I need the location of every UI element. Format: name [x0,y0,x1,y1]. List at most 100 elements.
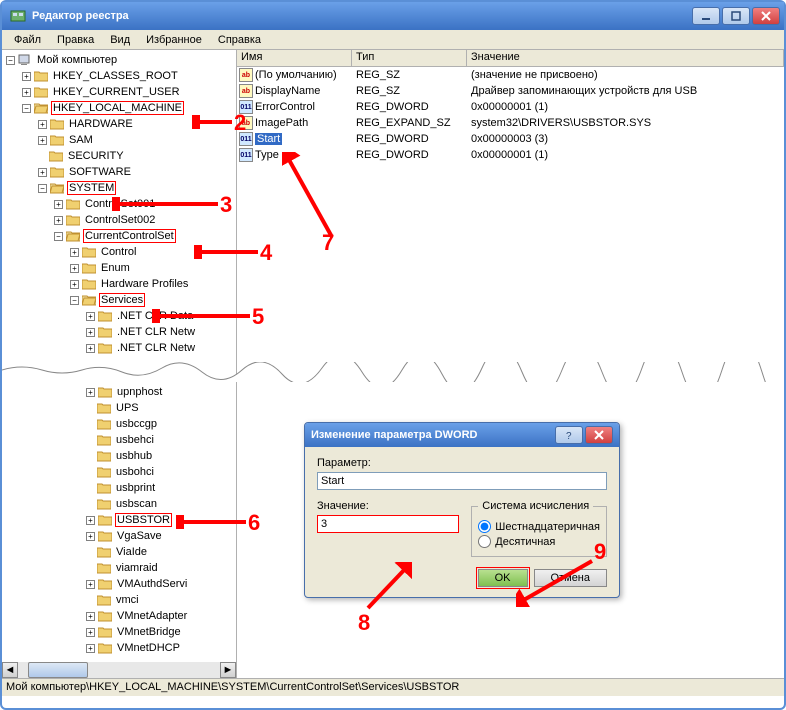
expand-icon[interactable]: − [22,104,31,113]
radio-hex[interactable]: Шестнадцатеричная [478,520,600,533]
expand-icon[interactable]: − [70,296,79,305]
menu-view[interactable]: Вид [102,32,138,48]
tree-hkcu[interactable]: +HKEY_CURRENT_USER [4,84,236,100]
col-type[interactable]: Тип [352,50,467,66]
tree-item[interactable]: +.NET CLR Netw [4,324,236,340]
tree-item[interactable]: usbhub [4,448,236,464]
list-row[interactable]: ab(По умолчанию)REG_SZ(значение не присв… [237,67,784,83]
value-label: Значение: [317,500,459,512]
tree-item[interactable]: vmci [4,592,236,608]
expand-icon[interactable]: + [86,388,95,397]
tree-system[interactable]: −SYSTEM [4,180,236,196]
expand-icon[interactable]: + [86,628,95,637]
tree-item[interactable]: +VMnetBridge [4,624,236,640]
value-data: (значение не присвоено) [467,69,784,81]
tree-item[interactable]: usbscan [4,496,236,512]
cancel-button[interactable]: Отмена [534,569,607,587]
expand-icon[interactable]: + [38,120,47,129]
tree-item[interactable]: +.NET CLR Data [4,308,236,324]
expand-icon[interactable]: + [86,516,95,525]
expand-icon[interactable]: + [70,280,79,289]
list-row[interactable]: 011ErrorControlREG_DWORD0x00000001 (1) [237,99,784,115]
help-button[interactable]: ? [555,426,583,444]
tree-usbstor[interactable]: +USBSTOR [4,512,236,528]
col-name[interactable]: Имя [237,50,352,66]
tree-services[interactable]: −Services [4,292,236,308]
tree-control[interactable]: +Control [4,244,236,260]
scroll-thumb[interactable] [28,662,88,678]
folder-open-icon [82,294,96,306]
param-label: Параметр: [317,457,607,469]
tree-hkcr[interactable]: +HKEY_CLASSES_ROOT [4,68,236,84]
expand-icon[interactable]: + [86,312,95,321]
tree-item[interactable]: usbohci [4,464,236,480]
expand-icon[interactable]: + [86,612,95,621]
tree-item[interactable]: usbprint [4,480,236,496]
expand-icon[interactable]: − [6,56,15,65]
col-value[interactable]: Значение [467,50,784,66]
dialog-close-button[interactable] [585,426,613,444]
tree-hardware[interactable]: +HARDWARE [4,116,236,132]
scroll-left-icon[interactable]: ◄ [2,662,18,678]
expand-icon[interactable]: + [70,264,79,273]
tree-sam[interactable]: +SAM [4,132,236,148]
value-data: 0x00000001 (1) [467,101,784,113]
list-row[interactable]: abDisplayNameREG_SZДрайвер запоминающих … [237,83,784,99]
radio-hex-input[interactable] [478,520,491,533]
menu-edit[interactable]: Правка [49,32,102,48]
regedit-icon [10,8,26,24]
expand-icon[interactable]: + [54,200,63,209]
list-row[interactable]: abImagePathREG_EXPAND_SZsystem32\DRIVERS… [237,115,784,131]
minimize-button[interactable] [692,7,720,25]
tree-item[interactable]: +VgaSave [4,528,236,544]
tree-item[interactable]: +VMnetDHCP [4,640,236,656]
tree-security[interactable]: SECURITY [4,148,236,164]
expand-icon[interactable]: + [54,216,63,225]
tree-item[interactable]: +VMAuthdServi [4,576,236,592]
tree-item[interactable]: ViaIde [4,544,236,560]
menu-favorites[interactable]: Избранное [138,32,210,48]
tree-item[interactable]: usbccgp [4,416,236,432]
tree-item[interactable]: +upnphost [4,384,236,400]
expand-icon[interactable]: + [86,644,95,653]
expand-icon[interactable]: − [54,232,63,241]
expand-icon[interactable]: + [86,344,95,353]
expand-icon[interactable]: − [38,184,47,193]
radio-dec-input[interactable] [478,535,491,548]
close-button[interactable] [752,7,780,25]
tree-hwprofiles[interactable]: +Hardware Profiles [4,276,236,292]
edit-dword-dialog: Изменение параметра DWORD ? Параметр: Зн… [304,422,620,598]
tree-ccs[interactable]: −CurrentControlSet [4,228,236,244]
menu-file[interactable]: Файл [6,32,49,48]
expand-icon[interactable]: + [38,136,47,145]
tree-software[interactable]: +SOFTWARE [4,164,236,180]
tree-cs001[interactable]: +ControlSet001 [4,196,236,212]
expand-icon[interactable]: + [22,72,31,81]
tree-hscroll[interactable]: ◄ ► [2,662,236,678]
tree-root[interactable]: −Мой компьютер [4,52,236,68]
expand-icon[interactable]: + [86,532,95,541]
tree-item[interactable]: UPS [4,400,236,416]
tree-item[interactable]: +.NET CLR Netw [4,340,236,356]
scroll-right-icon[interactable]: ► [220,662,236,678]
tree-item[interactable]: usbehci [4,432,236,448]
tree-item[interactable]: viamraid [4,560,236,576]
expand-icon[interactable]: + [86,328,95,337]
tree-hklm[interactable]: −HKEY_LOCAL_MACHINE [4,100,236,116]
list-row[interactable]: 011TypeREG_DWORD0x00000001 (1) [237,147,784,163]
scroll-track[interactable] [18,662,220,678]
menu-help[interactable]: Справка [210,32,269,48]
tree-item[interactable]: +VMnetAdapter [4,608,236,624]
maximize-button[interactable] [722,7,750,25]
tree-cs002[interactable]: +ControlSet002 [4,212,236,228]
ok-button[interactable]: OK [478,569,528,587]
expand-icon[interactable]: + [70,248,79,257]
tree-enum[interactable]: +Enum [4,260,236,276]
value-field[interactable] [317,515,459,533]
folder-icon [97,562,111,574]
expand-icon[interactable]: + [38,168,47,177]
radio-dec[interactable]: Десятичная [478,535,600,548]
list-row[interactable]: 011StartREG_DWORD0x00000003 (3) [237,131,784,147]
expand-icon[interactable]: + [86,580,95,589]
expand-icon[interactable]: + [22,88,31,97]
